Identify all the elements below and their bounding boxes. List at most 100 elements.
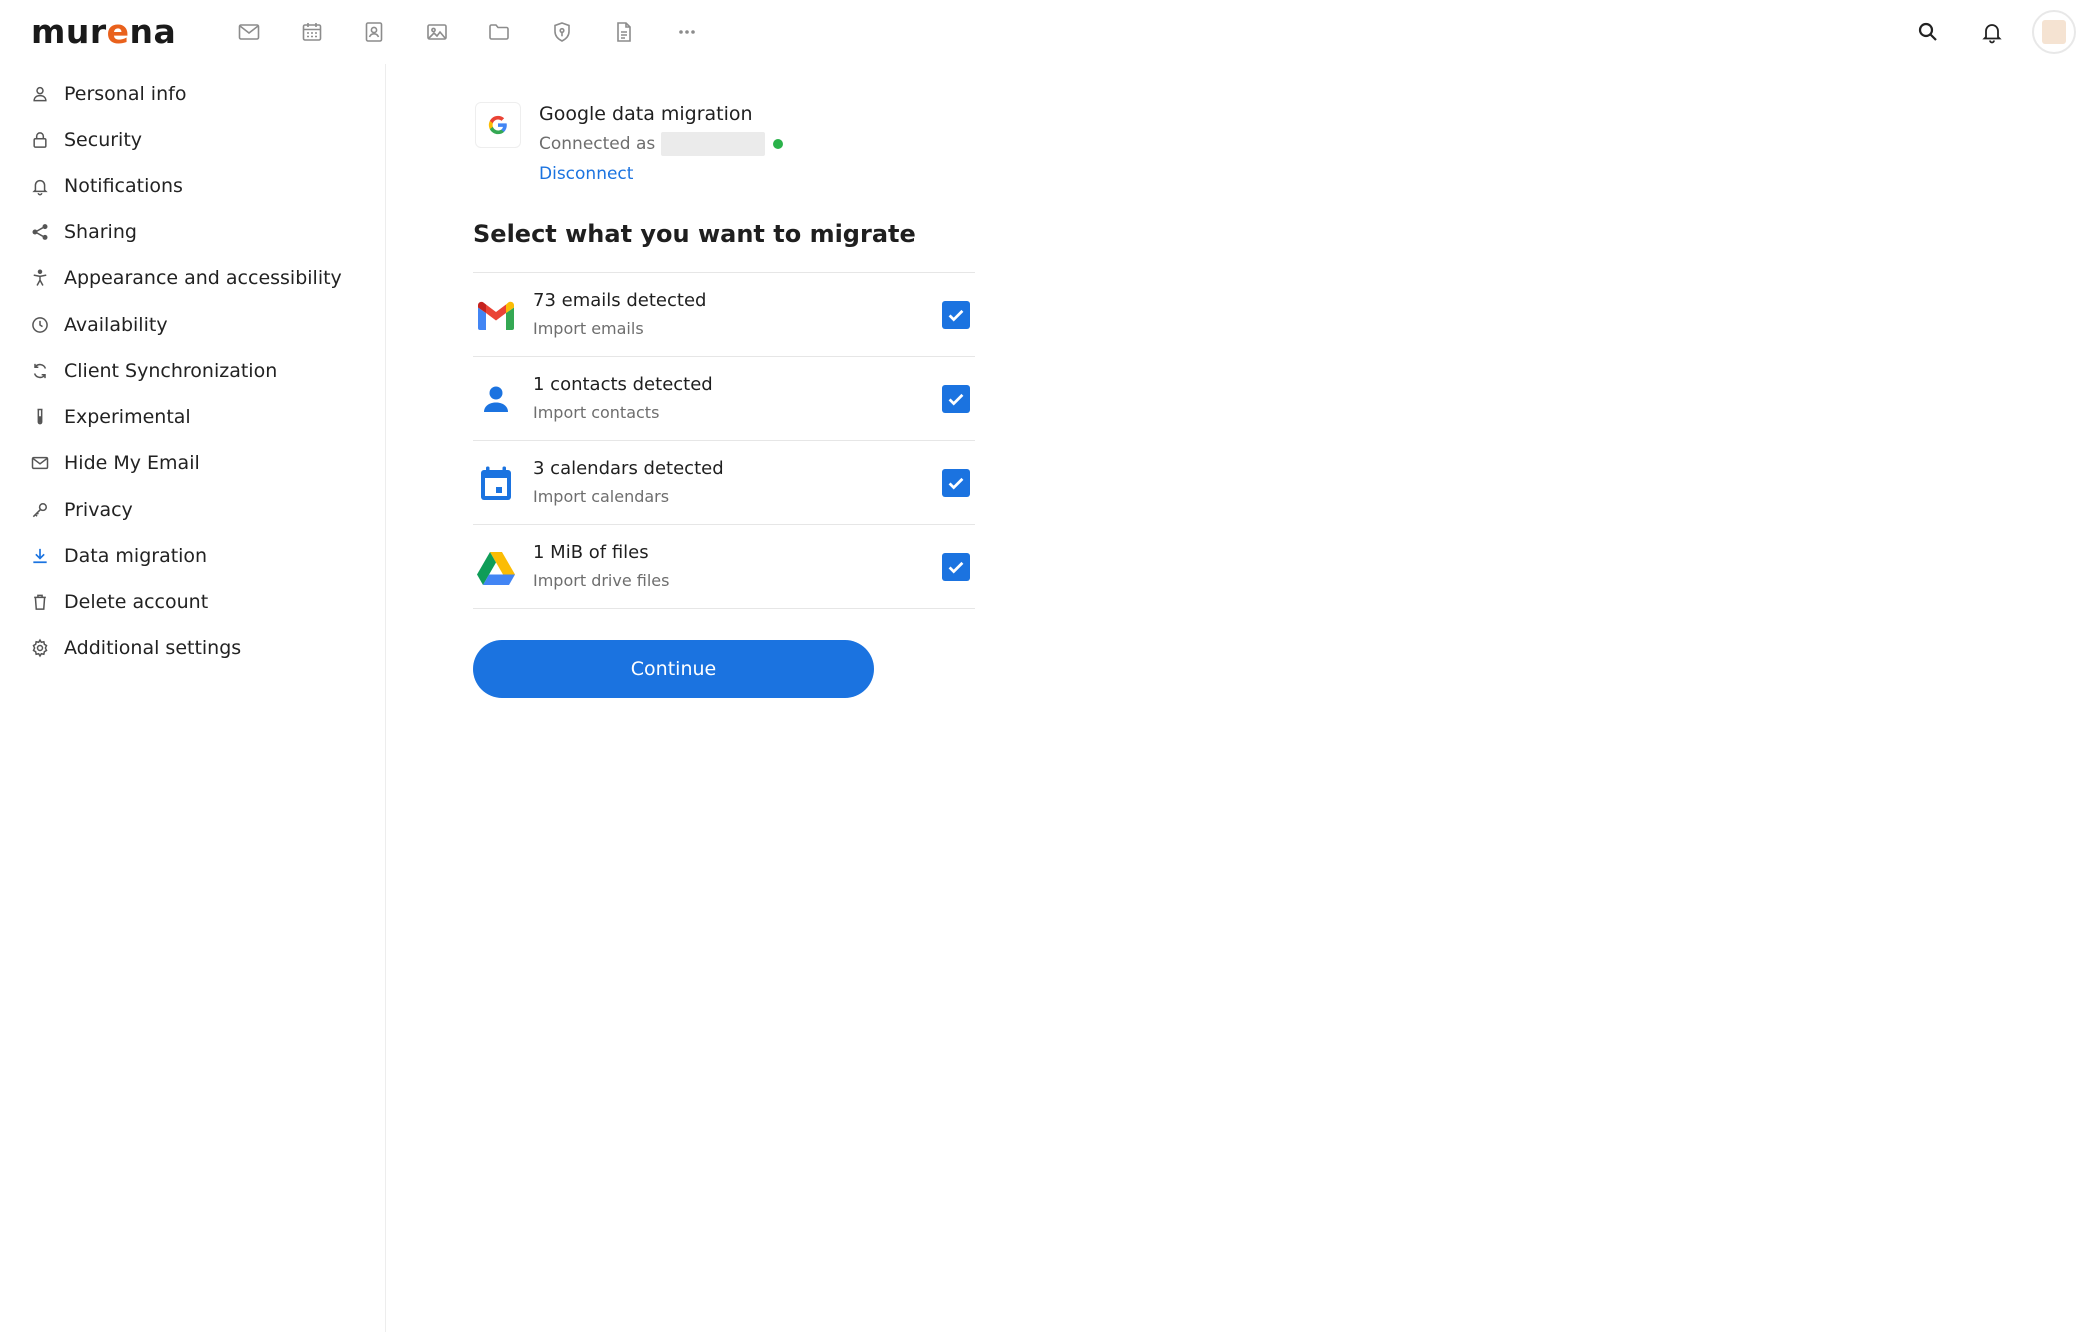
calendar-icon <box>473 461 519 507</box>
app-switcher <box>218 14 718 50</box>
document-icon <box>617 22 632 42</box>
clock-icon <box>28 313 52 337</box>
sidebar-item-label: Hide My Email <box>64 452 200 474</box>
option-title: 3 calendars detected <box>533 458 724 479</box>
migration-option-calendars[interactable]: 3 calendars detected Import calendars <box>473 441 975 525</box>
gmail-icon <box>473 293 519 339</box>
app-passwords[interactable] <box>531 14 594 50</box>
lock-icon <box>28 128 52 152</box>
murena-logo[interactable]: murena <box>31 14 176 50</box>
sidebar-item-availability[interactable]: Availability <box>28 303 368 347</box>
check-icon <box>948 477 964 490</box>
sidebar-item-privacy[interactable]: Privacy <box>28 488 368 532</box>
option-subtitle: Import emails <box>533 319 644 338</box>
sidebar-item-label: Experimental <box>64 406 191 428</box>
sidebar-item-personal-info[interactable]: Personal info <box>28 72 368 116</box>
sync-icon <box>28 359 52 383</box>
migration-option-files[interactable]: 1 MiB of files Import drive files <box>473 525 975 609</box>
share-icon <box>28 220 52 244</box>
more-icon <box>678 30 695 34</box>
search-button[interactable] <box>1904 8 1952 56</box>
accessibility-icon <box>28 266 52 290</box>
top-right-actions <box>1888 8 2076 56</box>
contacts-person-icon <box>473 377 519 423</box>
contacts-checkbox[interactable] <box>942 385 970 413</box>
option-subtitle: Import contacts <box>533 403 660 422</box>
option-subtitle: Import drive files <box>533 571 670 590</box>
status-dot <box>773 139 784 149</box>
migration-options-list: 73 emails detected Import emails 1 conta… <box>473 272 975 609</box>
app-files[interactable] <box>468 14 531 50</box>
sidebar-item-label: Security <box>64 129 143 151</box>
sidebar-item-label: Data migration <box>64 545 208 567</box>
top-bar: murena <box>0 0 2090 64</box>
section-title: Select what you want to migrate <box>473 220 916 248</box>
app-contacts[interactable] <box>343 14 406 50</box>
photos-icon <box>426 24 447 40</box>
check-icon <box>948 393 964 406</box>
emails-checkbox[interactable] <box>942 301 970 329</box>
disconnect-link[interactable]: Disconnect <box>539 163 633 185</box>
sidebar-item-additional-settings[interactable]: Additional settings <box>28 626 368 670</box>
settings-sidebar: Personal info Security Notifications Sha… <box>0 64 386 1332</box>
google-logo-icon <box>475 102 521 148</box>
sidebar-item-data-migration[interactable]: Data migration <box>28 534 368 578</box>
sidebar-item-experimental[interactable]: Experimental <box>28 395 368 439</box>
app-notes[interactable] <box>593 14 656 50</box>
shield-key-icon <box>553 22 570 42</box>
continue-button[interactable]: Continue <box>473 640 874 698</box>
sidebar-item-label: Privacy <box>64 499 133 521</box>
option-subtitle: Import calendars <box>533 487 670 506</box>
sidebar-item-label: Sharing <box>64 221 137 243</box>
sidebar-item-notifications[interactable]: Notifications <box>28 164 368 208</box>
calendars-checkbox[interactable] <box>942 469 970 497</box>
app-more[interactable] <box>656 14 719 50</box>
google-migration-title: Google data migration <box>539 103 753 125</box>
sidebar-item-appearance[interactable]: Appearance and accessibility <box>28 256 368 300</box>
sidebar-item-label: Availability <box>64 314 168 336</box>
files-checkbox[interactable] <box>942 553 970 581</box>
key-icon <box>28 498 52 522</box>
sidebar-item-delete-account[interactable]: Delete account <box>28 580 368 624</box>
sidebar-item-sharing[interactable]: Sharing <box>28 210 368 254</box>
search-icon <box>1918 22 1937 41</box>
download-icon <box>28 544 52 568</box>
migration-option-emails[interactable]: 73 emails detected Import emails <box>473 273 975 357</box>
contacts-icon <box>365 22 383 42</box>
bell-icon <box>28 174 52 198</box>
sidebar-item-label: Additional settings <box>64 637 242 659</box>
sidebar-item-label: Client Synchronization <box>64 360 278 382</box>
google-connection-card: Google data migration Connected as Disco… <box>475 102 895 222</box>
connected-as-row: Connected as <box>539 132 784 156</box>
avatar[interactable] <box>2032 10 2076 54</box>
check-icon <box>948 561 964 574</box>
connected-as-label: Connected as <box>539 134 656 154</box>
folder-icon <box>489 24 510 40</box>
calendar-icon <box>302 23 322 41</box>
redacted-account <box>661 132 766 156</box>
user-icon <box>28 82 52 106</box>
bell-icon <box>1982 24 2002 44</box>
migration-option-contacts[interactable]: 1 contacts detected Import contacts <box>473 357 975 441</box>
notifications-button[interactable] <box>1968 8 2016 56</box>
sidebar-item-label: Delete account <box>64 591 209 613</box>
drive-icon <box>473 545 519 591</box>
avatar-image <box>2042 20 2066 44</box>
trash-icon <box>28 590 52 614</box>
gear-icon <box>28 636 52 660</box>
mail-icon <box>238 24 260 40</box>
sidebar-item-label: Notifications <box>64 175 183 197</box>
test-tube-icon <box>28 405 52 429</box>
option-title: 73 emails detected <box>533 290 707 311</box>
sidebar-item-label: Appearance and accessibility <box>64 267 342 289</box>
sidebar-item-client-sync[interactable]: Client Synchronization <box>28 349 368 393</box>
app-photos[interactable] <box>406 14 469 50</box>
sidebar-item-hide-my-email[interactable]: Hide My Email <box>28 441 368 485</box>
app-mail[interactable] <box>218 14 281 50</box>
option-title: 1 MiB of files <box>533 542 649 563</box>
option-title: 1 contacts detected <box>533 374 713 395</box>
sidebar-item-security[interactable]: Security <box>28 118 368 162</box>
mail-icon <box>28 451 52 475</box>
sidebar-item-label: Personal info <box>64 83 187 105</box>
app-calendar[interactable] <box>281 14 344 50</box>
